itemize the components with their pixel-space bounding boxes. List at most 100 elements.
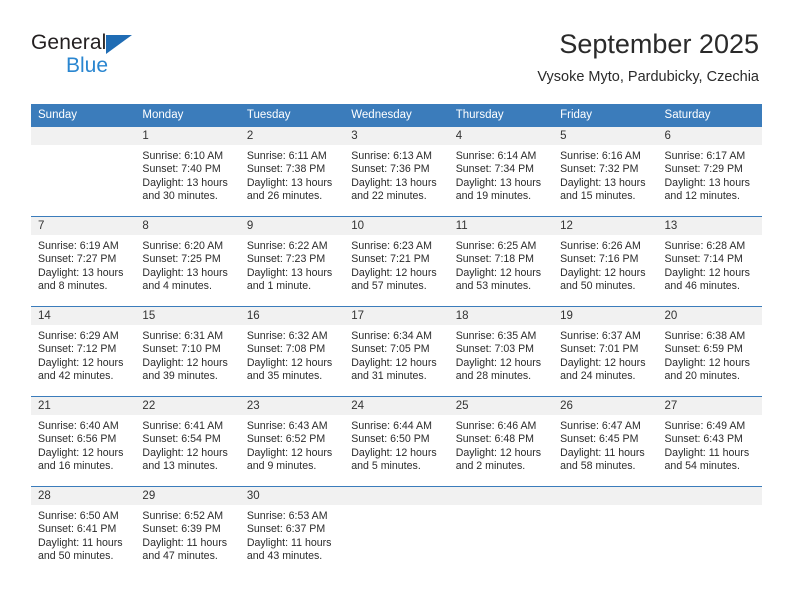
sunrise-text: Sunrise: 6:46 AM (455, 420, 537, 432)
sunset-text: Sunset: 7:23 PM (246, 253, 326, 266)
daylight-text: Daylight: 12 hours and 42 minutes. (38, 356, 124, 383)
page-title: September 2025 (559, 29, 759, 59)
calendar-week-row: 1 Sunrise: 6:10 AM Sunset: 7:40 PM Dayli… (31, 126, 762, 216)
day-number: 11 (455, 220, 468, 232)
daylight-text: Daylight: 13 hours and 22 minutes. (351, 176, 437, 203)
calendar-day-cell[interactable]: 19 Sunrise: 6:37 AM Sunset: 7:01 PM Dayl… (553, 307, 658, 396)
calendar-day-cell[interactable]: 11 Sunrise: 6:25 AM Sunset: 7:18 PM Dayl… (448, 217, 554, 306)
day-number-band: 6 (657, 127, 762, 146)
daylight-text: Daylight: 11 hours and 43 minutes. (246, 536, 332, 563)
day-number: 21 (38, 400, 51, 412)
day-number: 26 (560, 400, 573, 412)
sunrise-text: Sunrise: 6:47 AM (560, 420, 641, 432)
day-number-band: 3 (344, 127, 449, 146)
page-header: General Blue September 2025 Vysoke Myto,… (0, 0, 792, 100)
day-number-band (553, 487, 658, 506)
calendar-day-cell[interactable]: 30 Sunrise: 6:53 AM Sunset: 6:37 PM Dayl… (239, 487, 345, 576)
calendar-day-cell[interactable]: 14 Sunrise: 6:29 AM Sunset: 7:12 PM Dayl… (31, 307, 136, 396)
day-number-band: 23 (239, 397, 345, 416)
day-number-band: 25 (448, 397, 554, 416)
calendar-day-cell[interactable]: 23 Sunrise: 6:43 AM Sunset: 6:52 PM Dayl… (239, 397, 345, 486)
calendar-day-cell[interactable]: 24 Sunrise: 6:44 AM Sunset: 6:50 PM Dayl… (344, 397, 449, 486)
day-details (553, 506, 657, 510)
day-details: Sunrise: 6:50 AM Sunset: 6:41 PM Dayligh… (31, 506, 135, 564)
calendar-day-cell[interactable]: 26 Sunrise: 6:47 AM Sunset: 6:45 PM Dayl… (553, 397, 658, 486)
calendar-day-cell[interactable]: 25 Sunrise: 6:46 AM Sunset: 6:48 PM Dayl… (448, 397, 554, 486)
calendar-day-cell[interactable]: 17 Sunrise: 6:34 AM Sunset: 7:05 PM Dayl… (344, 307, 449, 396)
sunset-text: Sunset: 7:25 PM (142, 253, 221, 266)
daylight-text: Daylight: 12 hours and 46 minutes. (664, 266, 750, 293)
day-details: Sunrise: 6:16 AM Sunset: 7:32 PM Dayligh… (553, 146, 657, 204)
day-number: 17 (351, 310, 365, 322)
day-details: Sunrise: 6:34 AM Sunset: 7:05 PM Dayligh… (344, 326, 448, 384)
brand-logo[interactable]: General Blue (31, 32, 271, 84)
day-number-band: 4 (448, 127, 554, 146)
day-details: Sunrise: 6:43 AM Sunset: 6:52 PM Dayligh… (240, 416, 344, 474)
calendar-day-cell[interactable]: 28 Sunrise: 6:50 AM Sunset: 6:41 PM Dayl… (31, 487, 136, 576)
weekday-header-sunday: Sunday (38, 109, 78, 121)
calendar-day-cell[interactable]: 5 Sunrise: 6:16 AM Sunset: 7:32 PM Dayli… (553, 127, 658, 216)
day-number: 28 (38, 490, 51, 502)
calendar-day-cell[interactable]: 21 Sunrise: 6:40 AM Sunset: 6:56 PM Dayl… (31, 397, 136, 486)
sunrise-text: Sunrise: 6:22 AM (246, 240, 328, 252)
day-details (658, 506, 762, 510)
calendar-day-cell[interactable]: 15 Sunrise: 6:31 AM Sunset: 7:10 PM Dayl… (135, 307, 240, 396)
day-number: 30 (246, 490, 260, 502)
sunrise-text: Sunrise: 6:41 AM (142, 420, 224, 432)
triangle-icon (106, 35, 133, 54)
daylight-text: Daylight: 12 hours and 13 minutes. (142, 446, 228, 473)
day-number: 24 (351, 400, 365, 412)
calendar-day-cell[interactable]: 3 Sunrise: 6:13 AM Sunset: 7:36 PM Dayli… (344, 127, 449, 216)
daylight-text: Daylight: 13 hours and 12 minutes. (664, 176, 750, 203)
calendar-day-cell[interactable]: 20 Sunrise: 6:38 AM Sunset: 6:59 PM Dayl… (657, 307, 762, 396)
sunrise-text: Sunrise: 6:16 AM (560, 150, 641, 162)
calendar-day-cell[interactable]: 29 Sunrise: 6:52 AM Sunset: 6:39 PM Dayl… (135, 487, 240, 576)
day-number: 15 (142, 310, 156, 322)
day-details: Sunrise: 6:17 AM Sunset: 7:29 PM Dayligh… (658, 146, 762, 204)
calendar-day-cell[interactable]: 9 Sunrise: 6:22 AM Sunset: 7:23 PM Dayli… (239, 217, 345, 306)
sunrise-text: Sunrise: 6:14 AM (455, 150, 537, 162)
day-number-band: 22 (135, 397, 240, 416)
calendar-day-cell[interactable]: 22 Sunrise: 6:41 AM Sunset: 6:54 PM Dayl… (135, 397, 240, 486)
day-details: Sunrise: 6:28 AM Sunset: 7:14 PM Dayligh… (658, 236, 762, 294)
sunrise-text: Sunrise: 6:25 AM (455, 240, 537, 252)
weekday-header-thursday: Thursday (455, 109, 504, 121)
day-details: Sunrise: 6:22 AM Sunset: 7:23 PM Dayligh… (240, 236, 344, 294)
sunrise-text: Sunrise: 6:35 AM (455, 330, 537, 342)
day-number: 6 (664, 130, 671, 142)
calendar-day-cell[interactable]: 16 Sunrise: 6:32 AM Sunset: 7:08 PM Dayl… (239, 307, 345, 396)
calendar-day-cell[interactable]: 6 Sunrise: 6:17 AM Sunset: 7:29 PM Dayli… (657, 127, 762, 216)
calendar-day-cell (31, 127, 136, 216)
calendar-day-cell[interactable]: 8 Sunrise: 6:20 AM Sunset: 7:25 PM Dayli… (135, 217, 240, 306)
calendar-day-cell[interactable]: 1 Sunrise: 6:10 AM Sunset: 7:40 PM Dayli… (135, 127, 240, 216)
calendar-day-cell[interactable]: 2 Sunrise: 6:11 AM Sunset: 7:38 PM Dayli… (239, 127, 345, 216)
day-number-band: 7 (31, 217, 136, 236)
day-details: Sunrise: 6:19 AM Sunset: 7:27 PM Dayligh… (31, 236, 135, 294)
daylight-text: Daylight: 11 hours and 58 minutes. (560, 446, 645, 473)
calendar-day-cell[interactable]: 4 Sunrise: 6:14 AM Sunset: 7:34 PM Dayli… (448, 127, 554, 216)
sunset-text: Sunset: 6:56 PM (38, 433, 117, 446)
sunrise-text: Sunrise: 6:37 AM (560, 330, 641, 342)
sunset-text: Sunset: 7:12 PM (38, 343, 117, 356)
calendar-day-cell[interactable]: 27 Sunrise: 6:49 AM Sunset: 6:43 PM Dayl… (657, 397, 762, 486)
day-number: 25 (455, 400, 469, 412)
day-number: 10 (351, 220, 365, 232)
daylight-text: Daylight: 13 hours and 30 minutes. (142, 176, 228, 203)
day-number-band: 17 (344, 307, 449, 326)
title-block: September 2025 Vysoke Myto, Pardubicky, … (537, 28, 759, 86)
sunset-text: Sunset: 7:27 PM (38, 253, 117, 266)
sunset-text: Sunset: 7:38 PM (246, 163, 326, 176)
day-number: 3 (351, 130, 358, 142)
day-number-band: 14 (31, 307, 136, 326)
day-number-band: 18 (448, 307, 554, 326)
calendar-day-cell[interactable]: 7 Sunrise: 6:19 AM Sunset: 7:27 PM Dayli… (31, 217, 136, 306)
calendar-day-cell[interactable]: 18 Sunrise: 6:35 AM Sunset: 7:03 PM Dayl… (448, 307, 554, 396)
calendar-day-cell[interactable]: 13 Sunrise: 6:28 AM Sunset: 7:14 PM Dayl… (657, 217, 762, 306)
calendar-day-cell[interactable]: 10 Sunrise: 6:23 AM Sunset: 7:21 PM Dayl… (344, 217, 449, 306)
day-number: 22 (142, 400, 156, 412)
day-details: Sunrise: 6:52 AM Sunset: 6:39 PM Dayligh… (135, 506, 239, 564)
sunset-text: Sunset: 7:34 PM (455, 163, 535, 176)
day-details (344, 506, 448, 510)
calendar-week-row: 28 Sunrise: 6:50 AM Sunset: 6:41 PM Dayl… (31, 486, 762, 576)
calendar-day-cell[interactable]: 12 Sunrise: 6:26 AM Sunset: 7:16 PM Dayl… (553, 217, 658, 306)
